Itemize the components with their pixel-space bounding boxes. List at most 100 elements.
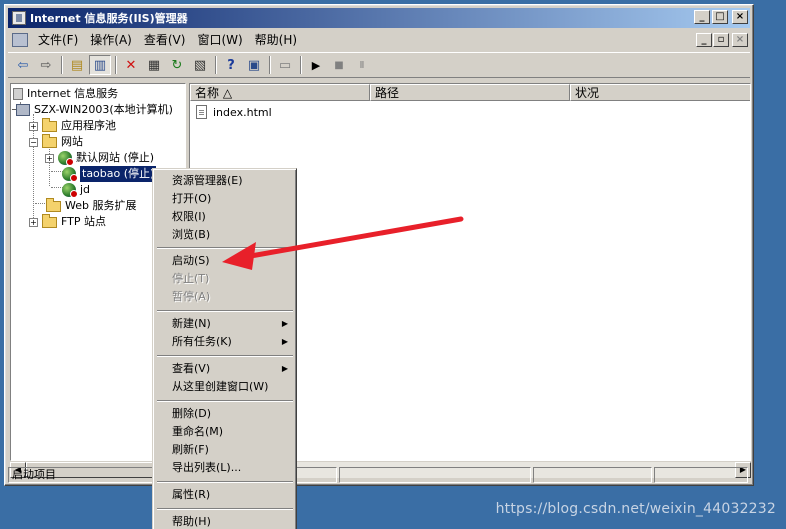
menu-separator: [157, 310, 293, 312]
stopped-site-globe-icon: [62, 167, 78, 182]
menu-view[interactable]: 查看(V): [138, 31, 192, 49]
help-icon[interactable]: ?: [220, 55, 242, 75]
app-pools-expander[interactable]: +: [29, 121, 38, 131]
menu-item-new[interactable]: 新建(N) ▶: [156, 315, 294, 333]
title-buttons: _ □ ×: [694, 10, 748, 24]
forward-icon[interactable]: ⇨: [35, 55, 57, 75]
menu-file[interactable]: 文件(F): [32, 31, 84, 49]
tree-node-default-site[interactable]: + 默认网站 (停止): [45, 150, 154, 166]
show-tree-icon[interactable]: ▥: [89, 55, 111, 75]
window-title: Internet 信息服务(IIS)管理器: [30, 12, 188, 25]
tree-label-root: Internet 信息服务: [27, 87, 119, 100]
refresh-icon[interactable]: ↻: [166, 55, 188, 75]
column-header-status[interactable]: 状况: [570, 84, 750, 101]
export-icon[interactable]: ▧: [189, 55, 211, 75]
list-item[interactable]: index.html: [196, 104, 272, 120]
menu-separator: [157, 508, 293, 510]
context-menu: 资源管理器(E) 打开(O) 权限(I) 浏览(B) 启动(S) 停止(T) 暂…: [152, 168, 297, 529]
play-icon[interactable]: ▶: [305, 55, 327, 75]
pause-icon[interactable]: Ⅱ: [351, 55, 373, 75]
menu-item-view[interactable]: 查看(V) ▶: [156, 360, 294, 378]
menu-item-start[interactable]: 启动(S): [156, 252, 294, 270]
column-header-name[interactable]: 名称 △: [190, 84, 370, 101]
up-folder-icon[interactable]: ▤: [66, 55, 88, 75]
minimize-button[interactable]: _: [694, 10, 710, 24]
tree-label-default-site: 默认网站 (停止): [76, 151, 155, 164]
iis-app-icon: [12, 11, 26, 25]
stop-icon[interactable]: ■: [328, 55, 350, 75]
column-header-path[interactable]: 路径: [370, 84, 570, 101]
tree-node-server[interactable]: − SZX-WIN2003(本地计算机): [11, 102, 173, 118]
child-close-button[interactable]: ×: [732, 33, 748, 47]
status-panel-2: [339, 467, 531, 483]
tree-label-jd: jd: [80, 183, 91, 196]
menu-item-help[interactable]: 帮助(H): [156, 513, 294, 529]
tree-label-app-pools: 应用程序池: [61, 119, 116, 132]
status-panel-4: [654, 467, 748, 483]
ftp-expander[interactable]: +: [29, 217, 38, 227]
toolbar-separator: [215, 56, 217, 74]
tree-node-app-pools[interactable]: + 应用程序池: [29, 117, 116, 134]
folder-icon: [42, 133, 57, 148]
mmc-console-icon[interactable]: [12, 33, 28, 47]
console-icon[interactable]: ▣: [243, 55, 265, 75]
menu-item-rename[interactable]: 重命名(M): [156, 423, 294, 441]
tree-node-jd[interactable]: jd: [62, 182, 90, 198]
properties-icon[interactable]: ▦: [143, 55, 165, 75]
menu-item-all-tasks[interactable]: 所有任务(K) ▶: [156, 333, 294, 351]
menu-item-new-label: 新建(N): [172, 317, 211, 330]
title-bar[interactable]: Internet 信息服务(IIS)管理器 _ □ ×: [8, 8, 750, 28]
child-restore-button[interactable]: ▫: [713, 33, 729, 47]
site-globe-icon: [62, 183, 78, 198]
server-computer-icon: [16, 104, 30, 116]
delete-icon[interactable]: ✕: [120, 55, 142, 75]
toolbar-separator: [269, 56, 271, 74]
menu-separator: [157, 355, 293, 357]
submenu-arrow-icon: ▶: [281, 319, 288, 328]
menu-item-explorer[interactable]: 资源管理器(E): [156, 172, 294, 190]
menu-item-delete[interactable]: 删除(D): [156, 405, 294, 423]
menu-item-refresh[interactable]: 刷新(F): [156, 441, 294, 459]
menu-item-stop: 停止(T): [172, 272, 210, 285]
html-file-icon: [196, 105, 207, 119]
menu-item-open[interactable]: 打开(O): [156, 190, 294, 208]
toolbar-separator: [115, 56, 117, 74]
tree-label-taobao: taobao (停止): [78, 165, 158, 183]
websites-expander[interactable]: −: [29, 137, 38, 147]
menu-separator: [157, 400, 293, 402]
iis-root-icon: [13, 88, 23, 100]
menu-action[interactable]: 操作(A): [84, 31, 138, 49]
tree-node-taobao[interactable]: taobao (停止): [62, 165, 158, 183]
folder-icon: [46, 197, 61, 212]
status-bar: 启动项目: [8, 467, 750, 483]
submenu-arrow-icon: ▶: [281, 364, 288, 373]
menu-help[interactable]: 帮助(H): [249, 31, 303, 49]
default-site-expander[interactable]: +: [45, 153, 54, 163]
tree-node-websites[interactable]: − 网站: [29, 133, 83, 150]
child-minimize-button[interactable]: _: [696, 33, 712, 47]
back-icon[interactable]: ⇦: [12, 55, 34, 75]
menu-item-export-list[interactable]: 导出列表(L)...: [156, 459, 294, 477]
computer-icon[interactable]: ▭: [274, 55, 296, 75]
menu-item-browse[interactable]: 浏览(B): [156, 226, 294, 244]
maximize-button[interactable]: □: [712, 10, 728, 24]
list-item-name: index.html: [213, 105, 272, 119]
server-expander[interactable]: −: [11, 105, 18, 115]
menu-item-properties[interactable]: 属性(R): [156, 486, 294, 504]
tree-label-ftp: FTP 站点: [61, 215, 106, 228]
submenu-arrow-icon: ▶: [281, 337, 288, 346]
iis-manager-window: Internet 信息服务(IIS)管理器 _ □ × 文件(F) 操作(A) …: [4, 4, 754, 486]
toolbar-separator: [300, 56, 302, 74]
menu-item-view-label: 查看(V): [172, 362, 211, 375]
tree-node-root[interactable]: Internet 信息服务: [13, 86, 118, 102]
close-button[interactable]: ×: [732, 10, 748, 24]
toolbar-separator: [61, 56, 63, 74]
menu-window[interactable]: 窗口(W): [191, 31, 248, 49]
child-window-buttons: _ ▫ ×: [696, 33, 748, 47]
menu-item-permissions[interactable]: 权限(I): [156, 208, 294, 226]
menu-item-new-window[interactable]: 从这里创建窗口(W): [156, 378, 294, 396]
tree-node-web-ext[interactable]: Web 服务扩展: [46, 197, 136, 214]
menu-bar: 文件(F) 操作(A) 查看(V) 窗口(W) 帮助(H) _ ▫ ×: [8, 30, 750, 50]
toolbar: ⇦ ⇨ ▤ ▥ ✕ ▦ ↻ ▧ ? ▣ ▭ ▶ ■ Ⅱ: [8, 52, 750, 78]
tree-node-ftp[interactable]: + FTP 站点: [29, 213, 106, 230]
